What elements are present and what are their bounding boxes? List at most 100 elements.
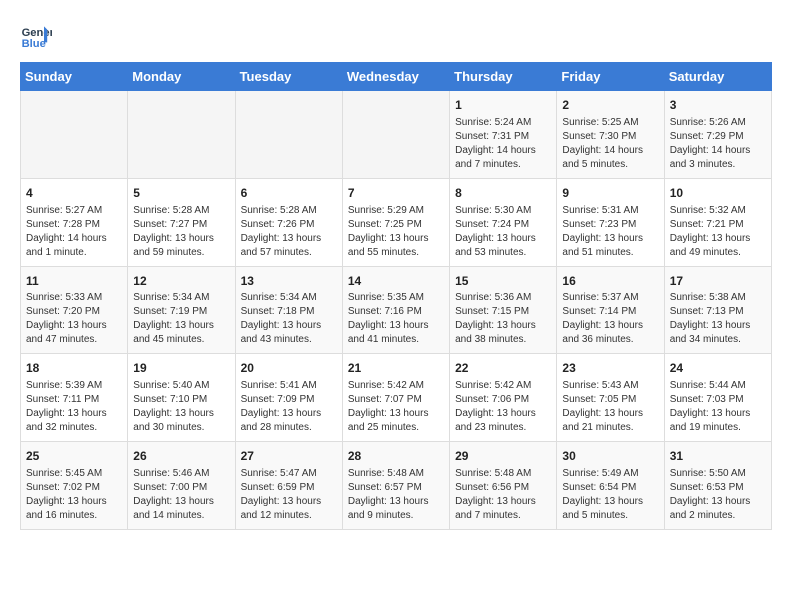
day-detail: Sunset: 7:27 PM xyxy=(133,218,229,232)
calendar-cell: 24Sunrise: 5:44 AMSunset: 7:03 PMDayligh… xyxy=(664,354,771,442)
day-detail: and 49 minutes. xyxy=(670,246,766,260)
day-detail: Sunset: 7:31 PM xyxy=(455,130,551,144)
calendar-cell: 31Sunrise: 5:50 AMSunset: 6:53 PMDayligh… xyxy=(664,442,771,530)
day-detail: Daylight: 13 hours xyxy=(241,232,337,246)
day-detail: Sunset: 7:09 PM xyxy=(241,393,337,407)
calendar-cell xyxy=(342,91,449,179)
day-number: 23 xyxy=(562,360,658,377)
day-detail: Sunset: 7:20 PM xyxy=(26,305,122,319)
day-detail: Sunset: 7:03 PM xyxy=(670,393,766,407)
day-detail: Daylight: 13 hours xyxy=(562,495,658,509)
day-number: 1 xyxy=(455,97,551,114)
calendar-week-row: 4Sunrise: 5:27 AMSunset: 7:28 PMDaylight… xyxy=(21,178,772,266)
calendar-cell: 4Sunrise: 5:27 AMSunset: 7:28 PMDaylight… xyxy=(21,178,128,266)
day-detail: and 51 minutes. xyxy=(562,246,658,260)
day-detail: Sunset: 7:28 PM xyxy=(26,218,122,232)
weekday-header: Wednesday xyxy=(342,63,449,91)
day-number: 18 xyxy=(26,360,122,377)
day-detail: Sunrise: 5:27 AM xyxy=(26,204,122,218)
day-detail: and 14 minutes. xyxy=(133,509,229,523)
day-detail: Sunset: 7:25 PM xyxy=(348,218,444,232)
day-detail: Sunrise: 5:42 AM xyxy=(348,379,444,393)
day-detail: Sunrise: 5:43 AM xyxy=(562,379,658,393)
day-number: 22 xyxy=(455,360,551,377)
day-number: 17 xyxy=(670,273,766,290)
day-detail: Sunset: 7:02 PM xyxy=(26,481,122,495)
page-header: General Blue xyxy=(20,20,772,52)
calendar-cell: 6Sunrise: 5:28 AMSunset: 7:26 PMDaylight… xyxy=(235,178,342,266)
day-number: 19 xyxy=(133,360,229,377)
day-detail: and 12 minutes. xyxy=(241,509,337,523)
day-detail: Sunrise: 5:24 AM xyxy=(455,116,551,130)
calendar-cell xyxy=(128,91,235,179)
calendar-cell: 23Sunrise: 5:43 AMSunset: 7:05 PMDayligh… xyxy=(557,354,664,442)
day-number: 27 xyxy=(241,448,337,465)
calendar-cell: 5Sunrise: 5:28 AMSunset: 7:27 PMDaylight… xyxy=(128,178,235,266)
day-detail: Daylight: 13 hours xyxy=(455,319,551,333)
calendar-cell: 21Sunrise: 5:42 AMSunset: 7:07 PMDayligh… xyxy=(342,354,449,442)
calendar-cell: 20Sunrise: 5:41 AMSunset: 7:09 PMDayligh… xyxy=(235,354,342,442)
day-number: 15 xyxy=(455,273,551,290)
day-detail: and 9 minutes. xyxy=(348,509,444,523)
day-detail: Daylight: 13 hours xyxy=(133,407,229,421)
day-number: 20 xyxy=(241,360,337,377)
day-detail: Sunrise: 5:35 AM xyxy=(348,291,444,305)
day-detail: Sunrise: 5:28 AM xyxy=(241,204,337,218)
weekday-header: Tuesday xyxy=(235,63,342,91)
day-detail: Sunrise: 5:32 AM xyxy=(670,204,766,218)
day-detail: Sunset: 7:21 PM xyxy=(670,218,766,232)
calendar-week-row: 1 Sunrise: 5:24 AMSunset: 7:31 PMDaylight… xyxy=(21,91,772,179)
day-number: 16 xyxy=(562,273,658,290)
day-detail: and 19 minutes. xyxy=(670,421,766,435)
day-detail: Sunrise: 5:44 AM xyxy=(670,379,766,393)
day-detail: Sunrise: 5:34 AM xyxy=(241,291,337,305)
calendar-cell: 30Sunrise: 5:49 AMSunset: 6:54 PMDayligh… xyxy=(557,442,664,530)
day-detail: and 59 minutes. xyxy=(133,246,229,260)
calendar-cell: 26Sunrise: 5:46 AMSunset: 7:00 PMDayligh… xyxy=(128,442,235,530)
day-detail: Sunrise: 5:48 AM xyxy=(348,467,444,481)
weekday-header: Saturday xyxy=(664,63,771,91)
day-number: 7 xyxy=(348,185,444,202)
calendar-cell: 1 Sunrise: 5:24 AMSunset: 7:31 PMDaylight… xyxy=(450,91,557,179)
day-detail: Daylight: 13 hours xyxy=(455,407,551,421)
day-detail: and 25 minutes. xyxy=(348,421,444,435)
day-detail: and 5 minutes. xyxy=(562,158,658,172)
day-detail: Sunrise: 5:42 AM xyxy=(455,379,551,393)
calendar-cell: 3Sunrise: 5:26 AMSunset: 7:29 PMDaylight… xyxy=(664,91,771,179)
day-detail: Daylight: 13 hours xyxy=(670,407,766,421)
day-detail: Daylight: 13 hours xyxy=(455,232,551,246)
day-detail: Daylight: 13 hours xyxy=(26,319,122,333)
day-detail: and 5 minutes. xyxy=(562,509,658,523)
weekday-header: Thursday xyxy=(450,63,557,91)
day-detail: Sunset: 7:26 PM xyxy=(241,218,337,232)
day-detail: Daylight: 13 hours xyxy=(241,407,337,421)
calendar-table: SundayMondayTuesdayWednesdayThursdayFrid… xyxy=(20,62,772,530)
day-detail: Sunrise: 5:38 AM xyxy=(670,291,766,305)
calendar-cell: 12Sunrise: 5:34 AMSunset: 7:19 PMDayligh… xyxy=(128,266,235,354)
day-detail: Daylight: 14 hours xyxy=(26,232,122,246)
day-detail: Sunset: 7:10 PM xyxy=(133,393,229,407)
day-detail: and 23 minutes. xyxy=(455,421,551,435)
day-detail: and 16 minutes. xyxy=(26,509,122,523)
day-detail: and 2 minutes. xyxy=(670,509,766,523)
day-detail: Daylight: 13 hours xyxy=(133,319,229,333)
day-detail: Sunset: 7:19 PM xyxy=(133,305,229,319)
calendar-week-row: 18Sunrise: 5:39 AMSunset: 7:11 PMDayligh… xyxy=(21,354,772,442)
day-number: 12 xyxy=(133,273,229,290)
calendar-cell: 9Sunrise: 5:31 AMSunset: 7:23 PMDaylight… xyxy=(557,178,664,266)
day-detail: Sunset: 6:57 PM xyxy=(348,481,444,495)
day-detail: and 57 minutes. xyxy=(241,246,337,260)
calendar-cell: 13Sunrise: 5:34 AMSunset: 7:18 PMDayligh… xyxy=(235,266,342,354)
day-detail: Daylight: 14 hours xyxy=(455,144,551,158)
header-row: SundayMondayTuesdayWednesdayThursdayFrid… xyxy=(21,63,772,91)
day-number: 9 xyxy=(562,185,658,202)
day-detail: Sunset: 6:53 PM xyxy=(670,481,766,495)
day-detail: and 55 minutes. xyxy=(348,246,444,260)
day-detail: Sunset: 7:29 PM xyxy=(670,130,766,144)
weekday-header: Monday xyxy=(128,63,235,91)
day-detail: Daylight: 13 hours xyxy=(26,407,122,421)
day-detail: Sunrise: 5:40 AM xyxy=(133,379,229,393)
day-number: 29 xyxy=(455,448,551,465)
calendar-cell: 7Sunrise: 5:29 AMSunset: 7:25 PMDaylight… xyxy=(342,178,449,266)
calendar-cell: 16Sunrise: 5:37 AMSunset: 7:14 PMDayligh… xyxy=(557,266,664,354)
